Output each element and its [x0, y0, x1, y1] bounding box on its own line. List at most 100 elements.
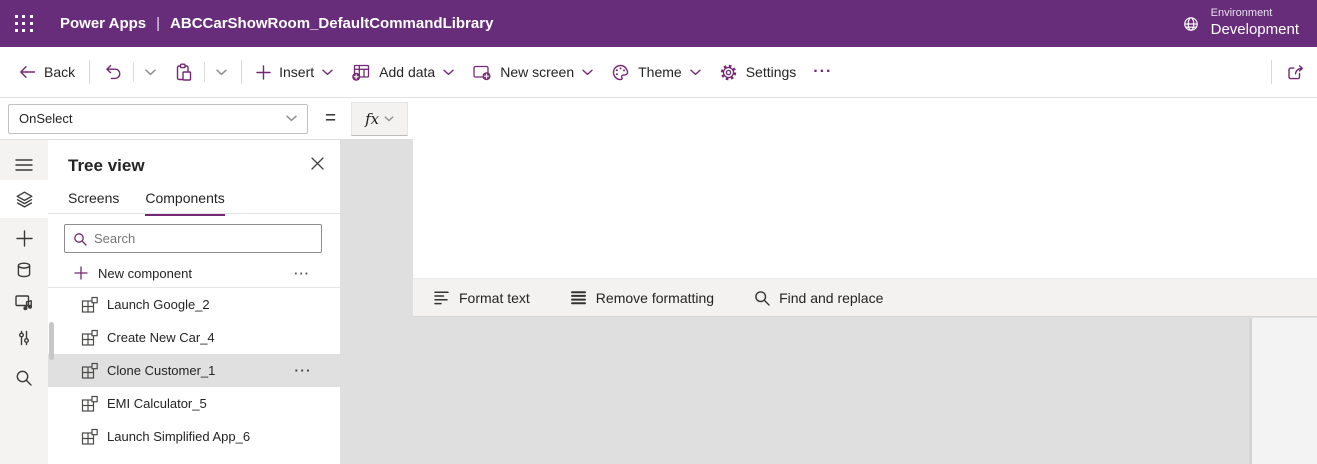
undo-dropdown[interactable]	[136, 54, 165, 90]
chevron-down-icon	[582, 69, 593, 76]
remove-formatting-button[interactable]: Remove formatting	[570, 290, 714, 306]
remove-formatting-icon	[570, 290, 587, 305]
rail-tree-view-button[interactable]	[0, 182, 48, 216]
environment-switcher[interactable]: Environment Development	[1181, 0, 1317, 47]
undo-icon	[104, 64, 122, 80]
product-name: Power Apps	[60, 15, 147, 32]
plus-icon	[15, 229, 33, 247]
theme-button[interactable]: Theme	[602, 54, 710, 90]
find-and-replace-label: Find and replace	[779, 289, 884, 306]
new-screen-icon	[472, 63, 492, 82]
theme-palette-icon	[611, 63, 630, 82]
share-button[interactable]	[1277, 54, 1316, 90]
add-data-label: Add data	[379, 64, 436, 80]
power-apps-studio: Power Apps | ABCCarShowRoom_DefaultComma…	[0, 0, 1317, 464]
fx-label: fx	[365, 109, 380, 128]
new-screen-label: New screen	[500, 64, 575, 80]
settings-button[interactable]: Settings	[710, 54, 806, 90]
tree-search-box[interactable]	[64, 224, 322, 253]
command-bar: Back Insert Add data New screen Theme Se…	[0, 47, 1317, 98]
back-label: Back	[44, 64, 76, 80]
media-icon	[14, 292, 34, 312]
gear-icon	[719, 63, 738, 82]
equals-sign: =	[325, 107, 337, 129]
left-navigation-rail	[0, 140, 48, 464]
search-icon	[754, 290, 770, 306]
globe-icon	[1181, 14, 1201, 34]
rail-media-button[interactable]	[0, 285, 48, 319]
divider	[204, 62, 206, 82]
divider	[1271, 60, 1272, 84]
insert-button[interactable]: Insert	[247, 54, 342, 90]
chevron-down-icon	[384, 115, 394, 122]
search-icon	[15, 369, 33, 387]
tree-item[interactable]: Create New Car_4	[48, 321, 340, 354]
close-icon[interactable]	[311, 157, 324, 175]
search-input[interactable]	[94, 231, 313, 246]
divider	[133, 62, 135, 82]
title-separator: |	[156, 15, 161, 32]
new-component-label: New component	[98, 265, 192, 281]
chevron-down-icon	[443, 69, 454, 76]
chevron-down-icon	[690, 69, 701, 76]
new-component-button[interactable]: New component ···	[48, 259, 340, 287]
formula-bar-left: OnSelect = fx	[0, 98, 413, 140]
tree-item-label: Clone Customer_1	[107, 363, 216, 378]
chevron-down-icon	[286, 115, 297, 122]
formula-input-area[interactable]	[413, 98, 1317, 140]
tree-item[interactable]: Launch Google_2	[48, 288, 340, 321]
settings-label: Settings	[745, 64, 797, 80]
rail-search-button[interactable]	[0, 361, 48, 395]
remove-formatting-label: Remove formatting	[595, 289, 715, 306]
scrollbar-thumb[interactable]	[49, 322, 54, 360]
plus-icon	[256, 64, 271, 80]
property-name: OnSelect	[19, 111, 73, 126]
theme-label: Theme	[638, 64, 682, 80]
canvas-area[interactable]: Format text Remove formatting Find and r…	[340, 140, 1317, 464]
divider	[89, 60, 91, 84]
rail-tools-button[interactable]	[0, 321, 48, 355]
component-list: Launch Google_2 Create New Car_4 Clone C…	[48, 288, 340, 453]
format-text-label: Format text	[459, 289, 530, 306]
divider	[241, 60, 243, 84]
component-icon	[81, 428, 99, 446]
tree-item[interactable]: Launch Simplified App_6	[48, 420, 340, 453]
search-icon	[73, 232, 87, 246]
fx-button[interactable]: fx	[351, 101, 409, 136]
chevron-down-icon	[322, 69, 333, 76]
app-title: Power Apps | ABCCarShowRoom_DefaultComma…	[60, 15, 493, 32]
new-screen-button[interactable]: New screen	[463, 54, 602, 90]
more-icon[interactable]: ···	[294, 266, 310, 281]
formula-editor-area[interactable]	[413, 140, 1317, 278]
waffle-menu-icon[interactable]	[0, 0, 48, 47]
panel-title: Tree view	[68, 156, 145, 175]
plus-icon	[74, 266, 88, 280]
add-data-table-icon	[351, 63, 371, 82]
property-selector[interactable]: OnSelect	[8, 103, 308, 134]
database-icon	[15, 261, 33, 279]
app-name: ABCCarShowRoom_DefaultCommandLibrary	[170, 15, 494, 32]
hamburger-icon	[15, 158, 33, 172]
find-and-replace-button[interactable]: Find and replace	[754, 290, 883, 306]
app-header: Power Apps | ABCCarShowRoom_DefaultComma…	[0, 0, 1317, 47]
overflow-menu-button[interactable]: ···	[805, 63, 840, 81]
rail-data-button[interactable]	[0, 253, 48, 287]
undo-button[interactable]	[95, 54, 131, 90]
layers-icon	[15, 190, 34, 209]
more-icon[interactable]: ···	[295, 363, 313, 378]
paste-button[interactable]	[165, 54, 202, 90]
rail-insert-button[interactable]	[0, 221, 48, 255]
tree-item-selected[interactable]: Clone Customer_1 ···	[48, 354, 340, 387]
format-text-button[interactable]: Format text	[433, 290, 530, 306]
environment-label: Environment	[1210, 7, 1273, 20]
paste-dropdown[interactable]	[207, 54, 236, 90]
add-data-button[interactable]: Add data	[342, 54, 463, 90]
tree-item-label: EMI Calculator_5	[107, 396, 207, 411]
undo-split-button	[95, 54, 165, 90]
tree-item[interactable]: EMI Calculator_5	[48, 387, 340, 420]
rail-menu-button[interactable]	[0, 148, 48, 182]
back-button[interactable]: Back	[10, 54, 84, 90]
format-text-icon	[433, 290, 450, 305]
tabs-divider	[48, 213, 340, 214]
back-arrow-icon	[19, 65, 36, 79]
